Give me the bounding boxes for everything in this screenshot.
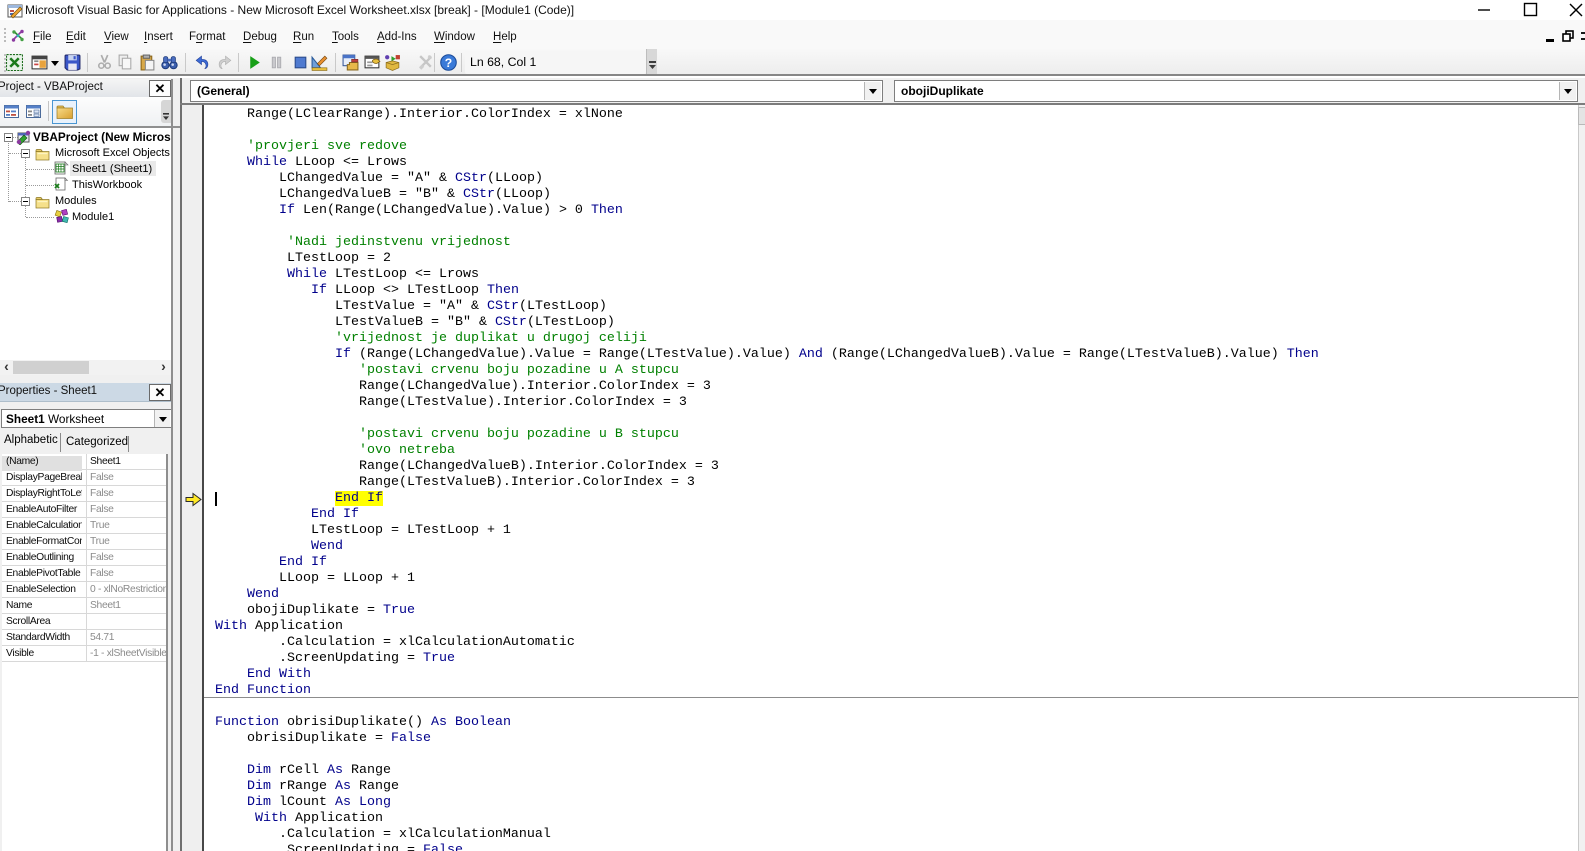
- svg-text:?: ?: [445, 56, 452, 70]
